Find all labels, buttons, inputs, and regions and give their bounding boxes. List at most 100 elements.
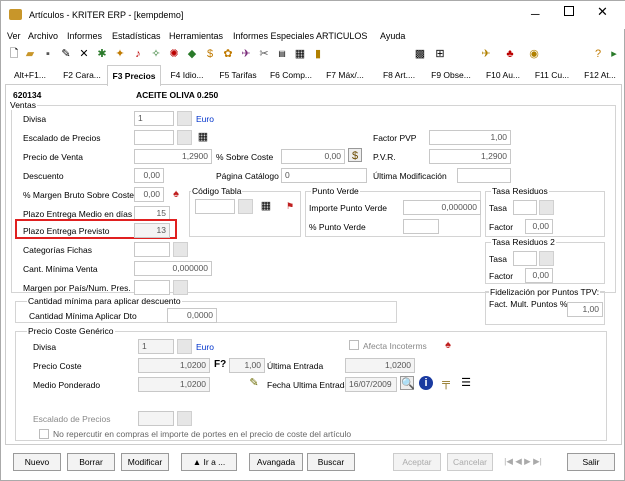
ultima-entrada-input[interactable]: 1,0200 xyxy=(345,358,415,373)
afecta-checkbox[interactable] xyxy=(349,340,359,350)
sobre-coste-input[interactable]: 0,00 xyxy=(281,149,345,164)
tasa1-input[interactable] xyxy=(513,200,537,215)
exit-icon[interactable]: ▸ xyxy=(607,47,621,61)
escalado-lookup-button[interactable] xyxy=(177,130,192,145)
fact-mult-input[interactable]: 1,00 xyxy=(567,302,603,317)
borrar-button[interactable]: Borrar xyxy=(67,453,115,471)
save-icon[interactable]: ▪ xyxy=(41,47,55,61)
importe-pv-input[interactable]: 0,000000 xyxy=(403,200,481,215)
categorias-input[interactable] xyxy=(134,242,170,257)
tool-icon-1[interactable]: ✱ xyxy=(95,47,109,61)
tab-f3-precios[interactable]: F3 Precios xyxy=(107,65,161,86)
tab-alt-f1[interactable]: Alt+F1... xyxy=(5,67,55,85)
edit-icon[interactable]: ✎ xyxy=(59,47,73,61)
medio-input[interactable]: 1,0200 xyxy=(138,377,210,392)
tab-f12[interactable]: F12 At... xyxy=(577,67,623,85)
aceptar-button[interactable]: Aceptar xyxy=(393,453,441,471)
coste-escalado-input[interactable] xyxy=(138,411,174,426)
factor-pvp-input[interactable]: 1,00 xyxy=(429,130,511,145)
minimize-icon[interactable]: ─ xyxy=(531,7,540,21)
delete-icon[interactable]: ✕ xyxy=(77,47,91,61)
tab-f4[interactable]: F4 Idio... xyxy=(163,67,211,85)
open-folder-icon[interactable]: ▰ xyxy=(23,47,37,61)
grid-icon[interactable]: ▦ xyxy=(196,130,210,144)
record-nav-buttons[interactable]: |◀ ◀ ▶ ▶| xyxy=(497,453,549,471)
ir-a-button[interactable]: ▲ Ir a ... xyxy=(181,453,237,471)
tasa2-input[interactable] xyxy=(513,251,537,266)
ultima-mod-input[interactable] xyxy=(457,168,511,183)
flag-icon[interactable]: ⚑ xyxy=(283,199,297,213)
tool-icon-5[interactable]: ✺ xyxy=(167,47,181,61)
tab-f7[interactable]: F7 Máx/... xyxy=(319,67,371,85)
tool-icon-15[interactable]: ◉ xyxy=(527,47,541,61)
tool-a-icon[interactable]: ╤ xyxy=(439,376,453,390)
tab-f11[interactable]: F11 Cu... xyxy=(529,67,575,85)
divisa-lookup-button[interactable] xyxy=(177,111,192,126)
pvr-input[interactable]: 1,2900 xyxy=(429,149,511,164)
margen-input[interactable]: 0,00 xyxy=(134,187,164,202)
calc-icon[interactable]: ▩ xyxy=(413,47,427,61)
cancelar-button[interactable]: Cancelar xyxy=(447,453,493,471)
menu-ver[interactable]: Ver xyxy=(7,31,21,41)
categorias-lookup-button[interactable] xyxy=(173,242,188,257)
tab-f2[interactable]: F2 Cara... xyxy=(57,67,107,85)
cart-icon[interactable]: ⊞ xyxy=(433,47,447,61)
tab-f8[interactable]: F8 Art.... xyxy=(373,67,425,85)
descuento-input[interactable]: 0,00 xyxy=(134,168,164,183)
tool-icon-13[interactable]: ✈ xyxy=(479,47,493,61)
plazo-previsto-input[interactable]: 13 xyxy=(134,223,170,238)
no-repercutir-checkbox[interactable] xyxy=(39,429,49,439)
factor2-input[interactable]: 0,00 xyxy=(525,268,553,283)
tool-icon-9[interactable]: ✈ xyxy=(239,47,253,61)
coste-divisa-lookup-button[interactable] xyxy=(177,339,192,354)
menu-herramientas[interactable]: Herramientas xyxy=(169,31,223,41)
divisa-input[interactable]: 1 xyxy=(134,111,174,126)
tasa2-lookup-button[interactable] xyxy=(539,251,554,266)
tool-icon-2[interactable]: ✦ xyxy=(113,47,127,61)
margen-pais-input[interactable] xyxy=(134,280,170,295)
coste-escalado-lookup-button[interactable] xyxy=(177,411,192,426)
chart-icon[interactable]: ▮ xyxy=(311,47,325,61)
salir-button[interactable]: Salir xyxy=(567,453,615,471)
new-doc-icon[interactable]: 🗋 xyxy=(7,47,21,61)
factor1-input[interactable]: 0,00 xyxy=(525,219,553,234)
incoterms-icon[interactable]: ♠ xyxy=(441,338,455,352)
tool-icon-8[interactable]: ✿ xyxy=(221,47,235,61)
tab-f10[interactable]: F10 Au... xyxy=(479,67,527,85)
close-icon[interactable]: ✕ xyxy=(597,4,608,20)
tool-icon-4[interactable]: ✧ xyxy=(149,47,163,61)
menu-estadisticas[interactable]: Estadísticas xyxy=(112,31,161,41)
tool-icon-12[interactable]: ▦ xyxy=(293,47,307,61)
tasa1-lookup-button[interactable] xyxy=(539,200,554,215)
pagina-input[interactable]: 0 xyxy=(281,168,367,183)
precio-venta-input[interactable]: 1,2900 xyxy=(134,149,212,164)
codigo-tabla-input[interactable] xyxy=(195,199,235,214)
fecha-input[interactable]: 16/07/2009 xyxy=(345,377,397,392)
escalado-input[interactable] xyxy=(134,130,174,145)
tool-icon-3[interactable]: ♪ xyxy=(131,47,145,61)
tab-f5[interactable]: F5 Tarifas xyxy=(213,67,263,85)
codigo-tabla-lookup-button[interactable] xyxy=(238,199,253,214)
menu-archivo[interactable]: Archivo xyxy=(28,31,58,41)
margen-pais-lookup-button[interactable] xyxy=(173,280,188,295)
search-doc-icon[interactable]: 🔍 xyxy=(400,376,415,390)
menu-ayuda[interactable]: Ayuda xyxy=(380,31,405,41)
money-bag-icon[interactable]: $ xyxy=(348,148,362,162)
tab-f6[interactable]: F6 Comp... xyxy=(265,67,317,85)
pencil-icon[interactable]: ✎ xyxy=(247,376,261,390)
menu-informes-especiales[interactable]: Informes Especiales ARTICULOS xyxy=(233,31,367,41)
table-grid-icon[interactable]: ▦ xyxy=(259,199,273,213)
tool-b-icon[interactable]: ☰ xyxy=(459,376,473,390)
cant-minima-input[interactable]: 0,000000 xyxy=(134,261,212,276)
coste-divisa-input[interactable]: 1 xyxy=(138,339,174,354)
info-icon[interactable]: i xyxy=(419,376,433,390)
tool-icon-10[interactable]: ✂ xyxy=(257,47,271,61)
tool-icon-7[interactable]: $ xyxy=(203,47,217,61)
tab-f9[interactable]: F9 Obse... xyxy=(425,67,477,85)
cant-dto-input[interactable]: 0,0000 xyxy=(167,308,217,323)
maximize-icon[interactable] xyxy=(564,6,574,16)
tool-icon-11[interactable]: ▤ xyxy=(275,47,289,61)
avanzada-button[interactable]: Avangada xyxy=(249,453,303,471)
margin-calc-icon[interactable]: ♠ xyxy=(169,187,183,201)
nuevo-button[interactable]: Nuevo xyxy=(13,453,61,471)
